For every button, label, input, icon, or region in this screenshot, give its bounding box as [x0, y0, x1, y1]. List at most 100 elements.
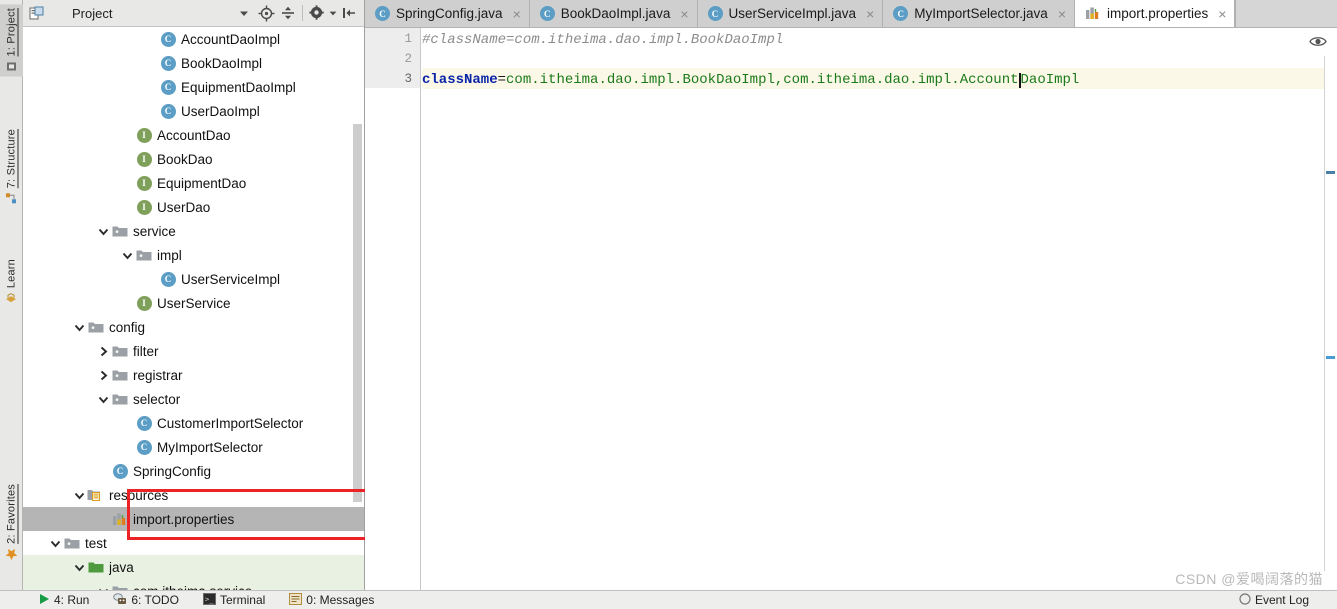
- interface-icon: I: [135, 126, 153, 144]
- chevron-down-icon[interactable]: [71, 487, 87, 503]
- tree-row-label: registrar: [133, 367, 183, 383]
- tree-row[interactable]: resources: [23, 483, 364, 507]
- close-icon[interactable]: ×: [1218, 6, 1226, 22]
- chevron-down-icon[interactable]: [47, 535, 63, 551]
- tree-row[interactable]: C MyImportSelector: [23, 435, 364, 459]
- editor-tab[interactable]: C SpringConfig.java ×: [365, 0, 530, 27]
- tree-row[interactable]: C UserServiceImpl: [23, 267, 364, 291]
- folder-icon: [111, 222, 129, 240]
- tree-row[interactable]: import.properties: [23, 507, 364, 531]
- tree-row[interactable]: com.itheima.service: [23, 579, 364, 590]
- sidebar-item-structure[interactable]: 7: Structure: [0, 125, 23, 208]
- sidebar-item-learn[interactable]: Learn: [0, 255, 23, 308]
- chevron-down-icon[interactable]: [95, 391, 111, 407]
- tree-row[interactable]: I UserService: [23, 291, 364, 315]
- tree-arrow-placeholder: [119, 175, 135, 191]
- locate-target-icon[interactable]: [255, 2, 277, 24]
- tree-row-label: filter: [133, 343, 159, 359]
- editor-tab[interactable]: C BookDaoImpl.java ×: [529, 0, 698, 27]
- editor-tab[interactable]: C MyImportSelector.java ×: [883, 0, 1075, 27]
- tree-row-label: service: [133, 223, 176, 239]
- tree-row-label: UserDao: [157, 199, 211, 215]
- collapse-all-icon[interactable]: [277, 2, 299, 24]
- interface-icon: I: [135, 198, 153, 216]
- chevron-right-icon[interactable]: [95, 343, 111, 359]
- close-icon[interactable]: ×: [1058, 6, 1066, 22]
- status-item-messages[interactable]: 0: Messages: [277, 592, 386, 608]
- resources-folder-icon: [87, 486, 105, 504]
- tree-arrow-placeholder: [119, 415, 135, 431]
- sidebar-item-favorites[interactable]: 2: Favorites: [0, 480, 23, 565]
- tree-arrow-placeholder: [143, 103, 159, 119]
- editor-gutter[interactable]: 1 2 3: [365, 28, 421, 590]
- line-number: 3: [404, 72, 412, 86]
- project-tree-scrollbar[interactable]: [353, 124, 362, 502]
- tree-row[interactable]: impl: [23, 243, 364, 267]
- folder-icon: [111, 582, 129, 590]
- tree-row[interactable]: I AccountDao: [23, 123, 364, 147]
- tree-row[interactable]: C AccountDaoImpl: [23, 27, 364, 51]
- editor-tab-label: BookDaoImpl.java: [560, 6, 671, 21]
- tree-row[interactable]: registrar: [23, 363, 364, 387]
- tree-row[interactable]: test: [23, 531, 364, 555]
- editor-tab[interactable]: import.properties ×: [1075, 0, 1236, 27]
- chevron-down-icon[interactable]: [233, 2, 255, 24]
- status-item-todo[interactable]: 6: TODO: [101, 592, 191, 608]
- folder-icon: [63, 534, 81, 552]
- editor-marker-strip[interactable]: [1324, 56, 1337, 571]
- chevron-down-icon[interactable]: [119, 247, 135, 263]
- star-icon: [5, 548, 18, 561]
- status-label-run: 4: Run: [54, 593, 90, 607]
- tree-row[interactable]: java: [23, 555, 364, 579]
- svg-text:>_: >_: [205, 595, 214, 603]
- tree-row[interactable]: C BookDaoImpl: [23, 51, 364, 75]
- close-icon[interactable]: ×: [680, 6, 688, 22]
- tree-row[interactable]: service: [23, 219, 364, 243]
- learn-icon: [6, 292, 18, 304]
- tree-row-label: selector: [133, 391, 181, 407]
- tree-row-label: UserService: [157, 295, 231, 311]
- editor-tab-label: UserServiceImpl.java: [728, 6, 857, 21]
- status-item-terminal[interactable]: >_ Terminal: [191, 592, 277, 608]
- tree-row-label: SpringConfig: [133, 463, 212, 479]
- tree-row[interactable]: I BookDao: [23, 147, 364, 171]
- editor-tab[interactable]: C UserServiceImpl.java ×: [697, 0, 884, 27]
- close-icon[interactable]: ×: [513, 6, 521, 22]
- tree-row[interactable]: selector: [23, 387, 364, 411]
- eye-icon[interactable]: [1309, 35, 1327, 51]
- structure-icon: [6, 192, 18, 204]
- status-item-run[interactable]: 4: Run: [26, 593, 101, 608]
- tree-row-label: test: [85, 535, 107, 551]
- close-icon[interactable]: ×: [866, 6, 874, 22]
- tree-row[interactable]: I EquipmentDao: [23, 171, 364, 195]
- project-tree[interactable]: C AccountDaoImpl C BookDaoImpl C EquipmentDao…: [23, 27, 364, 590]
- code-line-3: className = com.itheima.dao.impl.BookDaoIm…: [422, 70, 1337, 90]
- line-number: 1: [404, 32, 412, 46]
- chevron-down-icon[interactable]: [71, 319, 87, 335]
- tree-row[interactable]: config: [23, 315, 364, 339]
- status-bar: 4: Run 6: TODO >_ Terminal 0: Messages E: [0, 590, 1337, 609]
- gear-chevron-down-icon[interactable]: [328, 2, 338, 24]
- tree-row-label: resources: [109, 487, 169, 503]
- class-icon: C: [893, 6, 909, 21]
- sidebar-item-project[interactable]: 1: Project: [0, 4, 23, 77]
- code-editor[interactable]: 1 2 3 #className=com.itheima.dao.impl.Bo…: [365, 28, 1337, 590]
- chevron-down-icon[interactable]: [71, 559, 87, 575]
- tree-row[interactable]: I UserDao: [23, 195, 364, 219]
- tree-row[interactable]: C SpringConfig: [23, 459, 364, 483]
- tree-row[interactable]: C EquipmentDaoImpl: [23, 75, 364, 99]
- gear-icon[interactable]: [306, 2, 328, 24]
- chevron-right-icon[interactable]: [95, 367, 111, 383]
- editor-tab-bar: C SpringConfig.java × C BookDaoImpl.java × C Us…: [365, 0, 1337, 28]
- tree-row[interactable]: filter: [23, 339, 364, 363]
- hide-panel-icon[interactable]: [338, 2, 360, 24]
- chevron-down-icon[interactable]: [95, 583, 111, 590]
- status-label-event-log: Event Log: [1254, 593, 1309, 607]
- tree-arrow-placeholder: [143, 79, 159, 95]
- watermark: CSDN @爱喝阔落的猫: [1175, 571, 1323, 587]
- property-value-before-caret: com.itheima.dao.impl.BookDaoImpl,com.ith…: [506, 72, 1019, 88]
- chevron-down-icon[interactable]: [95, 223, 111, 239]
- tree-row[interactable]: C UserDaoImpl: [23, 99, 364, 123]
- status-item-event-log[interactable]: Event Log: [1227, 592, 1321, 608]
- tree-row[interactable]: C CustomerImportSelector: [23, 411, 364, 435]
